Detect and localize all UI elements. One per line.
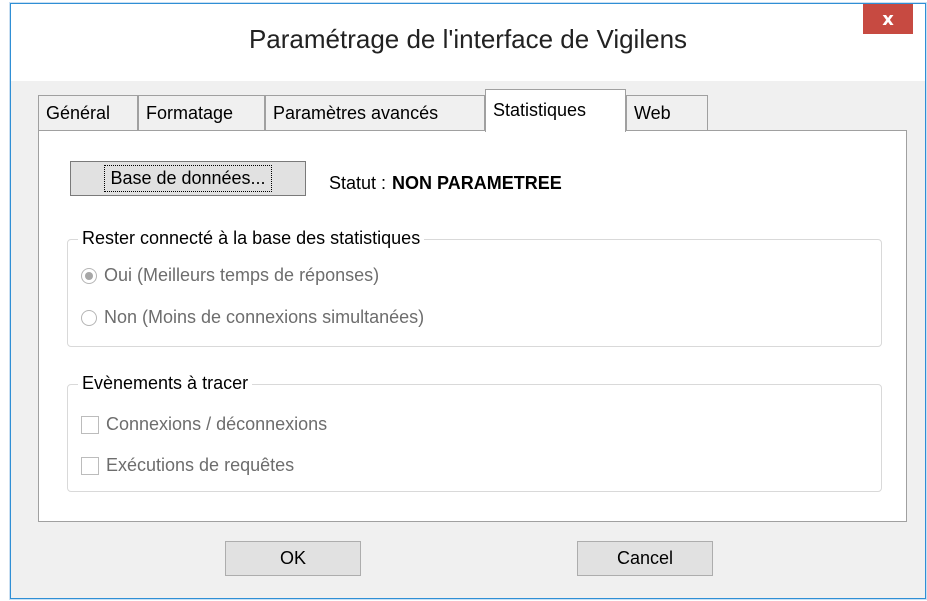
tab-formatage[interactable]: Formatage xyxy=(138,95,265,130)
tab-web[interactable]: Web xyxy=(626,95,708,130)
checkbox-connexions[interactable]: Connexions / déconnexions xyxy=(81,414,327,435)
close-button[interactable]: x xyxy=(863,4,913,34)
title-bar[interactable]: Paramétrage de l'interface de Vigilens x xyxy=(11,4,925,81)
checkbox-requetes[interactable]: Exécutions de requêtes xyxy=(81,455,294,476)
connection-group-legend: Rester connecté à la base des statistiqu… xyxy=(78,228,425,249)
events-group-legend: Evènements à tracer xyxy=(78,373,253,394)
cancel-button-label: Cancel xyxy=(616,548,674,568)
ok-button-label: OK xyxy=(279,548,306,568)
cancel-button[interactable]: Cancel xyxy=(577,541,713,576)
tab-statistiques[interactable]: Statistiques xyxy=(485,89,626,132)
status-text: Statut : NON PARAMETREE xyxy=(329,173,562,194)
connection-group: Rester connecté à la base des statistiqu… xyxy=(67,228,882,347)
checkbox-requetes-label: Exécutions de requêtes xyxy=(106,455,295,475)
radio-non-label: Non (Moins de connexions simultanées) xyxy=(104,307,425,327)
tab-label: Paramètres avancés xyxy=(273,103,439,123)
tab-label: Formatage xyxy=(146,103,234,123)
tab-label: Statistiques xyxy=(493,100,587,120)
window-title: Paramétrage de l'interface de Vigilens xyxy=(248,24,688,54)
tab-label: Web xyxy=(634,103,671,123)
ok-button[interactable]: OK xyxy=(225,541,361,576)
radio-oui[interactable]: Oui (Meilleurs temps de réponses) xyxy=(81,265,379,286)
tab-parametres-avances[interactable]: Paramètres avancés xyxy=(265,95,485,130)
status-label: Statut : xyxy=(329,173,387,193)
radio-button-checked[interactable] xyxy=(81,267,97,284)
tab-general[interactable]: Général xyxy=(38,95,138,130)
status-value: NON PARAMETREE xyxy=(392,173,562,193)
close-icon: x xyxy=(882,8,894,30)
checkbox[interactable] xyxy=(81,415,99,434)
checkbox[interactable] xyxy=(81,456,99,475)
radio-oui-label: Oui (Meilleurs temps de réponses) xyxy=(104,265,380,285)
statistics-panel: Base de données... Statut : NON PARAMETRE… xyxy=(38,130,907,522)
radio-non[interactable]: Non (Moins de connexions simultanées) xyxy=(81,307,424,328)
radio-button[interactable] xyxy=(81,309,97,326)
tab-label: Général xyxy=(46,103,111,123)
settings-dialog: Paramétrage de l'interface de Vigilens x… xyxy=(10,3,926,599)
events-group: Evènements à tracer Connexions / déconne… xyxy=(67,373,882,492)
database-button-label: Base de données... xyxy=(104,165,272,192)
database-button[interactable]: Base de données... xyxy=(70,161,306,196)
checkbox-connexions-label: Connexions / déconnexions xyxy=(106,414,328,434)
